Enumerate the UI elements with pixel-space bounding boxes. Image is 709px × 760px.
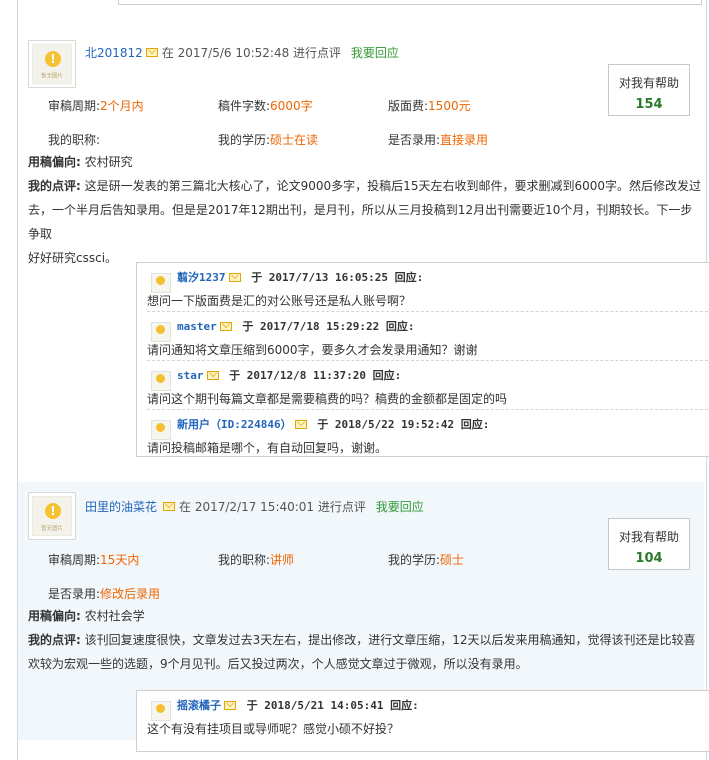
reply-text: 请问通知将文章压缩到6000字，要多久才会发录用通知？谢谢: [147, 343, 478, 357]
mail-icon[interactable]: [163, 502, 176, 511]
avatar[interactable]: ! 暂无图片: [28, 40, 76, 88]
previous-replies-box-bottom: [118, 0, 702, 5]
mail-icon[interactable]: [294, 419, 307, 429]
review-header: 田里的油菜花 在 2017/2/17 15:40:01 进行点评 我要回应: [85, 498, 424, 515]
reply-item: 新用户（ID:224846） 于 2018/5/22 19:52:42 回应: …: [147, 418, 490, 455]
reply-avatar[interactable]: [151, 273, 171, 293]
mail-icon[interactable]: [228, 272, 241, 282]
helpful-button[interactable]: 对我有帮助 154: [608, 64, 690, 116]
helpful-label: 对我有帮助: [618, 76, 679, 90]
mail-icon[interactable]: [219, 321, 232, 331]
helpful-count: 154: [635, 97, 663, 112]
field-education: 我的学历:硕士在读: [218, 133, 319, 147]
field-education: 我的学历:硕士: [388, 553, 465, 567]
reply-item: master 于 2017/7/18 15:29:22 回应: 请问通知将文章压…: [137, 312, 709, 361]
reply-text: 请问这个期刊每篇文章都是需要稿费的吗？稿费的金额都是固定的吗: [147, 392, 508, 406]
review-header: 北201812 在 2017/5/6 10:52:48 进行点评 我要回应: [85, 44, 399, 61]
reply-avatar[interactable]: [151, 420, 171, 440]
review-card: ! 暂无图片 田里的油菜花 在 2017/2/17 15:40:01 进行点评 我要…: [18, 482, 709, 752]
reply-user[interactable]: star: [177, 369, 204, 382]
review-time: 在 2017/5/6 10:52:48 进行点评: [161, 46, 342, 60]
field-words: 稿件字数:6000字: [218, 99, 313, 113]
reply-link[interactable]: 我要回应: [351, 46, 399, 60]
mail-icon[interactable]: [224, 700, 236, 710]
reply-user[interactable]: 摇滚橘子: [177, 699, 221, 712]
placeholder-warning-icon: !: [45, 503, 61, 519]
field-title: 我的职称:: [48, 133, 101, 147]
reply-user[interactable]: 新用户（ID:224846）: [177, 418, 292, 431]
placeholder-warning-icon: !: [45, 51, 61, 67]
field-cycle: 审稿周期:15天内: [48, 553, 140, 567]
field-accepted: 是否录用:修改后录用: [48, 587, 161, 601]
reply-list: 摇滚橘子 于 2018/5/21 14:05:41 回应: 这个有没有挂项目或导…: [136, 690, 709, 752]
reply-avatar[interactable]: [151, 371, 171, 391]
reviewer-name[interactable]: 田里的油菜花: [85, 500, 157, 514]
review-time: 在 2017/2/17 15:40:01 进行点评: [179, 500, 366, 514]
field-cycle: 审稿周期:2个月内: [48, 99, 144, 113]
field-title: 我的职称:讲师: [218, 553, 295, 567]
helpful-button[interactable]: 对我有帮助 104: [608, 518, 690, 570]
avatar[interactable]: ! 暂无图片: [28, 492, 76, 540]
field-accepted: 是否录用:直接录用: [388, 133, 489, 147]
reply-text: 这个有没有挂项目或导师呢？感觉小硕不好投？: [147, 722, 400, 736]
reply-item: 翦汐1237 于 2017/7/13 16:05:25 回应: 想问一下版面费是…: [137, 263, 709, 312]
helpful-label: 对我有帮助: [618, 530, 679, 544]
reply-avatar[interactable]: [151, 322, 171, 342]
mail-icon[interactable]: [206, 370, 219, 380]
mail-icon[interactable]: [145, 48, 158, 57]
reply-text: 请问投稿邮箱是哪个，有自动回复吗，谢谢。: [147, 441, 388, 455]
review-card: ! 暂无图片 北201812 在 2017/5/6 10:52:48 进行点评 我要…: [18, 32, 709, 464]
field-fee: 版面费:1500元: [388, 99, 471, 113]
field-preference: 用稿偏向: 农村社会学: [28, 609, 145, 623]
reply-item: star 于 2017/12/8 11:37:20 回应: 请问这个期刊每篇文章…: [137, 361, 709, 410]
reply-list: 翦汐1237 于 2017/7/13 16:05:25 回应: 想问一下版面费是…: [136, 262, 709, 457]
reply-avatar[interactable]: [151, 701, 171, 721]
field-preference: 用稿偏向: 农村研究: [28, 155, 133, 169]
review-comment: 我的点评: 该刊回复速度很快，文章发过去3天左右，提出修改，进行文章压缩，12天…: [28, 633, 696, 671]
reply-text: 想问一下版面费是汇的对公账号还是私人账号啊？: [147, 294, 412, 308]
reply-link[interactable]: 我要回应: [376, 500, 424, 514]
reply-user[interactable]: 翦汐1237: [177, 271, 226, 284]
review-comment: 我的点评: 这是研一发表的第三篇北大核心了，论文9000多字，投稿后15天左右收…: [28, 179, 701, 265]
reviewer-name[interactable]: 北201812: [85, 46, 143, 60]
reply-user[interactable]: master: [177, 320, 217, 333]
reply-item: 摇滚橘子 于 2018/5/21 14:05:41 回应: 这个有没有挂项目或导…: [147, 699, 419, 736]
helpful-count: 104: [635, 551, 663, 566]
